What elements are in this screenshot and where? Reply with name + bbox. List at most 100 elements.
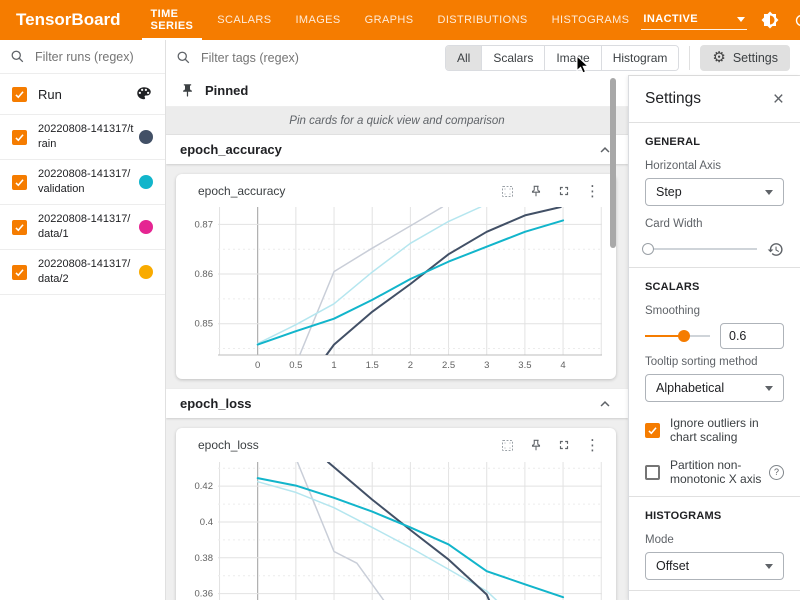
chevron-up-icon[interactable]: [596, 395, 614, 413]
partition-x-checkbox[interactable]: [645, 465, 660, 480]
ignore-outliers-checkbox[interactable]: [645, 423, 660, 438]
tag-type-filter-group: All Scalars Image Histogram: [445, 45, 679, 71]
pin-card-icon[interactable]: [529, 438, 543, 452]
horizontal-axis-label: Horizontal Axis: [645, 160, 784, 172]
svg-text:0.38: 0.38: [195, 553, 214, 564]
fullscreen-icon[interactable]: [557, 184, 571, 198]
slider-thumb[interactable]: [678, 330, 690, 342]
runs-column-title: Run: [38, 87, 135, 102]
palette-icon[interactable]: [135, 85, 153, 103]
tooltip-sorting-select[interactable]: Alphabetical: [645, 374, 784, 402]
runs-sidebar: Run 20220808-141317/train 20220808-14131…: [0, 40, 166, 600]
section-title: epoch_accuracy: [180, 142, 282, 157]
filter-runs-input[interactable]: [33, 49, 149, 65]
run-row-validation[interactable]: 20220808-141317/validation: [0, 160, 165, 205]
tab-graphs[interactable]: GRAPHS: [353, 0, 426, 40]
run-label: 20220808-141317/train: [38, 122, 139, 152]
card-toolbar: ⋮: [500, 438, 608, 453]
select-all-runs-checkbox[interactable]: [12, 87, 27, 102]
settings-button[interactable]: ⚙ Settings: [700, 45, 790, 71]
smoothing-value-input[interactable]: [720, 323, 784, 349]
chevron-down-icon: [765, 386, 773, 391]
run-checkbox[interactable]: [12, 175, 27, 190]
more-options-icon[interactable]: ⋮: [585, 184, 600, 199]
run-color-dot: [139, 175, 153, 189]
run-color-dot: [139, 130, 153, 144]
svg-text:0.42: 0.42: [195, 481, 214, 492]
svg-text:0.36: 0.36: [195, 589, 214, 600]
histograms-heading: HISTOGRAMS: [645, 510, 784, 522]
card-header: epoch_loss ⋮: [184, 434, 608, 456]
smoothing-slider[interactable]: [645, 329, 710, 343]
filter-tags-input[interactable]: [199, 50, 445, 66]
svg-text:2.5: 2.5: [442, 360, 455, 371]
filter-image-button[interactable]: Image: [545, 46, 601, 70]
tab-histograms[interactable]: HISTOGRAMS: [540, 0, 642, 40]
reset-card-width-icon[interactable]: [767, 241, 784, 258]
epoch-loss-chart[interactable]: 0.420.40.380.36: [184, 456, 608, 600]
svg-text:4: 4: [560, 360, 565, 371]
card-title: epoch_accuracy: [184, 184, 500, 198]
divider: [629, 590, 800, 591]
refresh-icon[interactable]: [792, 11, 800, 30]
fit-to-data-icon[interactable]: [500, 184, 515, 199]
slider-thumb[interactable]: [642, 243, 654, 255]
svg-text:0: 0: [255, 360, 260, 371]
pinned-title: Pinned: [205, 83, 248, 98]
run-checkbox[interactable]: [12, 130, 27, 145]
horizontal-axis-select[interactable]: Step: [645, 178, 784, 206]
ignore-outliers-row[interactable]: Ignore outliers in chart scaling: [645, 416, 784, 444]
more-options-icon[interactable]: ⋮: [585, 438, 600, 453]
help-icon[interactable]: ?: [769, 465, 784, 480]
run-row-train[interactable]: 20220808-141317/train: [0, 115, 165, 160]
card-width-label: Card Width: [645, 218, 784, 230]
top-navbar: TensorBoard TIME SERIES SCALARS IMAGES G…: [0, 0, 800, 40]
ignore-outliers-label: Ignore outliers in chart scaling: [670, 416, 784, 444]
divider: [629, 496, 800, 497]
settings-panel: Settings × GENERAL Horizontal Axis Step …: [628, 76, 800, 600]
smoothing-label: Smoothing: [645, 305, 784, 317]
tab-distributions[interactable]: DISTRIBUTIONS: [426, 0, 540, 40]
tab-scalars[interactable]: SCALARS: [205, 0, 283, 40]
pin-card-icon[interactable]: [529, 184, 543, 198]
section-content-epoch-accuracy: epoch_accuracy ⋮ 0.850.860.8700.511.522.…: [166, 164, 628, 389]
run-row-data2[interactable]: 20220808-141317/data/2: [0, 250, 165, 295]
divider: [629, 122, 800, 123]
run-row-data1[interactable]: 20220808-141317/data/1: [0, 205, 165, 250]
tooltip-sorting-label: Tooltip sorting method: [645, 356, 784, 368]
divider: [629, 267, 800, 268]
fit-to-data-icon[interactable]: [500, 438, 515, 453]
section-header-epoch-loss[interactable]: epoch_loss: [166, 389, 628, 418]
cards-scroll-area: Pinned Pin cards for a quick view and co…: [166, 75, 628, 600]
tensorboard-app: TensorBoard TIME SERIES SCALARS IMAGES G…: [0, 0, 800, 600]
run-color-dot: [139, 220, 153, 234]
chevron-down-icon: [765, 564, 773, 569]
section-content-epoch-loss: epoch_loss ⋮ 0.420.40.380.36: [166, 418, 628, 600]
filter-runs-row: [0, 40, 165, 74]
vertical-scrollbar-thumb[interactable]: [610, 78, 616, 248]
tab-time-series[interactable]: TIME SERIES: [139, 0, 206, 40]
fullscreen-icon[interactable]: [557, 438, 571, 452]
filter-all-button[interactable]: All: [446, 46, 482, 70]
run-checkbox[interactable]: [12, 220, 27, 235]
run-label: 20220808-141317/data/2: [38, 257, 139, 287]
partition-x-row[interactable]: Partition non-monotonic X axis ?: [645, 458, 784, 486]
histogram-mode-select[interactable]: Offset: [645, 552, 784, 580]
tab-images[interactable]: IMAGES: [283, 0, 352, 40]
histogram-mode-label: Mode: [645, 534, 784, 546]
gear-icon: ⚙: [712, 50, 725, 65]
epoch-accuracy-chart[interactable]: 0.850.860.8700.511.522.533.54: [184, 202, 608, 371]
reload-status-dropdown[interactable]: INACTIVE: [641, 10, 747, 30]
search-icon: [176, 50, 191, 65]
svg-text:0.87: 0.87: [195, 219, 214, 230]
close-icon[interactable]: ×: [773, 90, 784, 109]
search-icon: [10, 49, 25, 64]
run-label: 20220808-141317/data/1: [38, 212, 139, 242]
brightness-toggle-icon[interactable]: [760, 11, 779, 30]
card-width-slider[interactable]: [645, 242, 757, 256]
filter-histogram-button[interactable]: Histogram: [602, 46, 679, 70]
run-checkbox[interactable]: [12, 265, 27, 280]
pinned-header: Pinned: [166, 75, 628, 107]
section-header-epoch-accuracy[interactable]: epoch_accuracy: [166, 135, 628, 164]
filter-scalars-button[interactable]: Scalars: [482, 46, 545, 70]
